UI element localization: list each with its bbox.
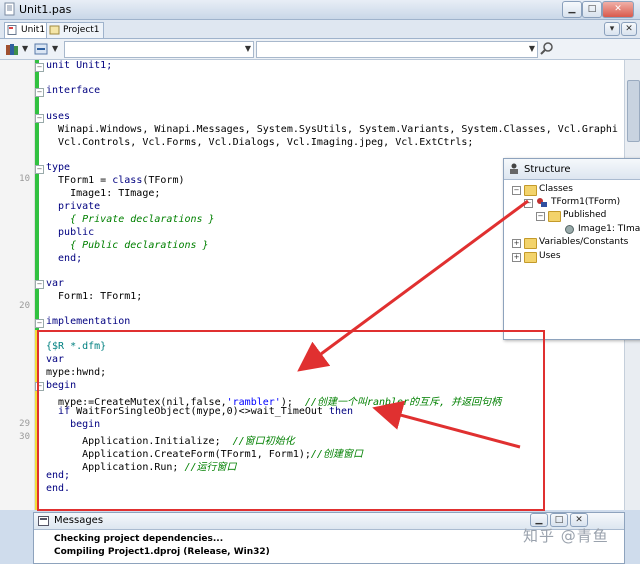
arrow-to-if-statement [372,400,521,449]
watermark-text: 知乎 @青鱼 [523,527,609,545]
annotation-arrows [297,199,529,449]
arrow-structure-to-code [297,199,529,372]
